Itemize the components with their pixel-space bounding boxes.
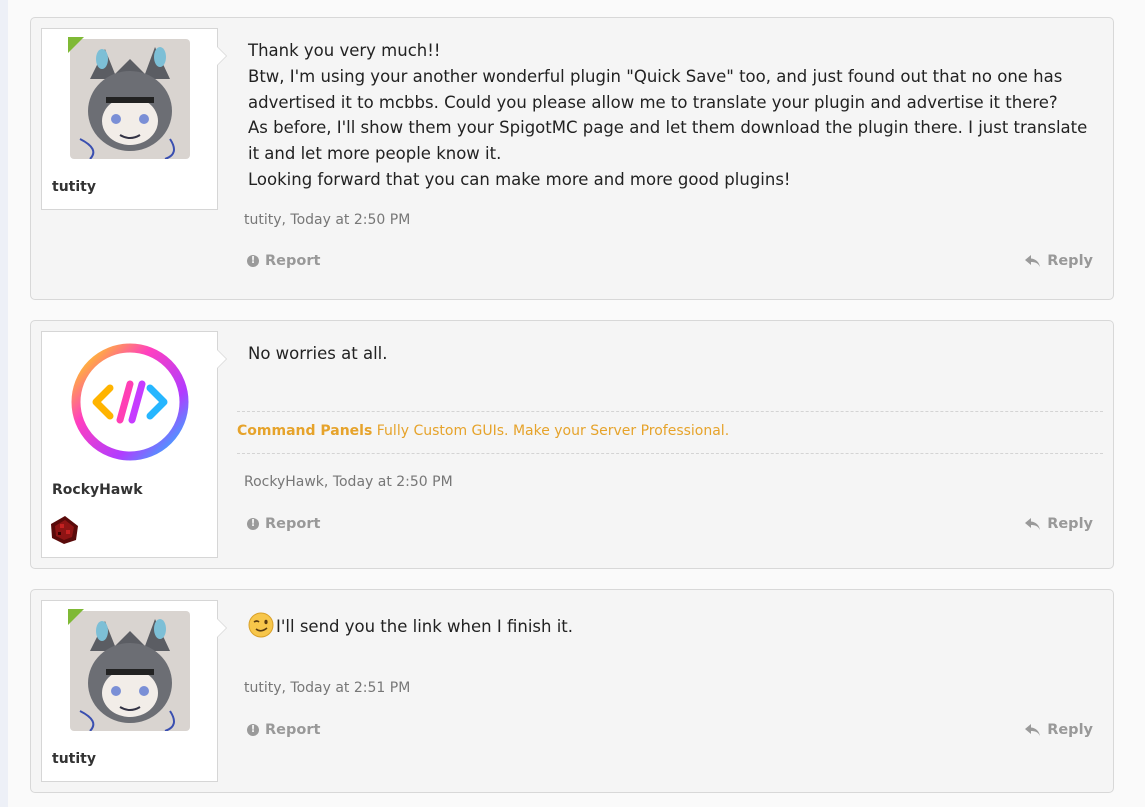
reply-arrow-icon bbox=[1025, 518, 1041, 530]
avatar[interactable] bbox=[70, 39, 190, 159]
username[interactable]: RockyHawk bbox=[52, 482, 143, 498]
report-label: Report bbox=[265, 516, 321, 532]
signature-divider bbox=[237, 453, 1103, 454]
signature[interactable]: Command Panels Fully Custom GUIs. Make y… bbox=[237, 423, 729, 439]
username[interactable]: tutity bbox=[52, 751, 96, 767]
report-label: Report bbox=[265, 253, 321, 269]
reply-button[interactable]: Reply bbox=[1024, 722, 1093, 738]
post-meta[interactable]: RockyHawk, Today at 2:50 PM bbox=[244, 474, 453, 490]
avatar-image bbox=[70, 342, 190, 462]
signature-text: Fully Custom GUIs. Make your Server Prof… bbox=[376, 423, 730, 439]
avatar-image bbox=[70, 39, 190, 159]
avatar[interactable] bbox=[70, 611, 190, 731]
report-label: Report bbox=[265, 722, 321, 738]
reply-label: Reply bbox=[1047, 253, 1093, 269]
reply-label: Reply bbox=[1047, 516, 1093, 532]
avatar-image bbox=[70, 611, 190, 731]
message-line: Btw, I'm using your another wonderful pl… bbox=[248, 66, 1063, 86]
message-body: I'll send you the link when I finish it. bbox=[248, 612, 1093, 640]
message-body: Thank you very much!! Btw, I'm using you… bbox=[248, 38, 1093, 193]
message-text: I'll send you the link when I finish it. bbox=[276, 617, 573, 636]
redstone-dust-icon bbox=[51, 516, 78, 544]
user-info-block: tutity bbox=[41, 600, 227, 782]
online-status-marker bbox=[68, 609, 84, 625]
reply-label: Reply bbox=[1047, 722, 1093, 738]
message-line: Looking forward that you can make more a… bbox=[248, 169, 791, 189]
user-info-block: RockyHawk bbox=[41, 331, 227, 558]
message-line: advertised it to mcbbs. Could you please… bbox=[248, 92, 1058, 112]
report-button[interactable]: ! Report bbox=[247, 722, 320, 738]
reply-arrow-icon bbox=[1025, 724, 1041, 736]
online-status-marker bbox=[68, 37, 84, 53]
report-button[interactable]: ! Report bbox=[247, 516, 320, 532]
reply-button[interactable]: Reply bbox=[1024, 253, 1093, 269]
message-line: As before, I'll show them your SpigotMC … bbox=[248, 118, 1088, 138]
message-line: No worries at all. bbox=[248, 344, 388, 363]
post-meta[interactable]: tutity, Today at 2:51 PM bbox=[244, 680, 410, 696]
message-line: I'll send you the link when I finish it. bbox=[248, 612, 1093, 640]
wink-emoji-icon bbox=[248, 612, 274, 638]
message-body: No worries at all. bbox=[248, 341, 1093, 367]
message-line: it and let more people know it. bbox=[248, 144, 502, 164]
alert-icon: ! bbox=[247, 518, 259, 530]
message-post: RockyHawk No worries at all. Command Pan… bbox=[30, 320, 1114, 569]
signature-divider bbox=[237, 411, 1103, 412]
user-info-block: tutity bbox=[41, 28, 227, 210]
username[interactable]: tutity bbox=[52, 179, 96, 195]
message-post: tutity I'll send you the link when I fin… bbox=[30, 589, 1114, 793]
reply-arrow-icon bbox=[1025, 255, 1041, 267]
post-meta[interactable]: tutity, Today at 2:50 PM bbox=[244, 212, 410, 228]
avatar[interactable] bbox=[70, 342, 190, 462]
signature-title: Command Panels bbox=[237, 423, 373, 439]
alert-icon: ! bbox=[247, 724, 259, 736]
message-line: Thank you very much!! bbox=[248, 41, 441, 60]
report-button[interactable]: ! Report bbox=[247, 253, 320, 269]
alert-icon: ! bbox=[247, 255, 259, 267]
reply-button[interactable]: Reply bbox=[1024, 516, 1093, 532]
message-post: tutity Thank you very much!! Btw, I'm us… bbox=[30, 17, 1114, 300]
